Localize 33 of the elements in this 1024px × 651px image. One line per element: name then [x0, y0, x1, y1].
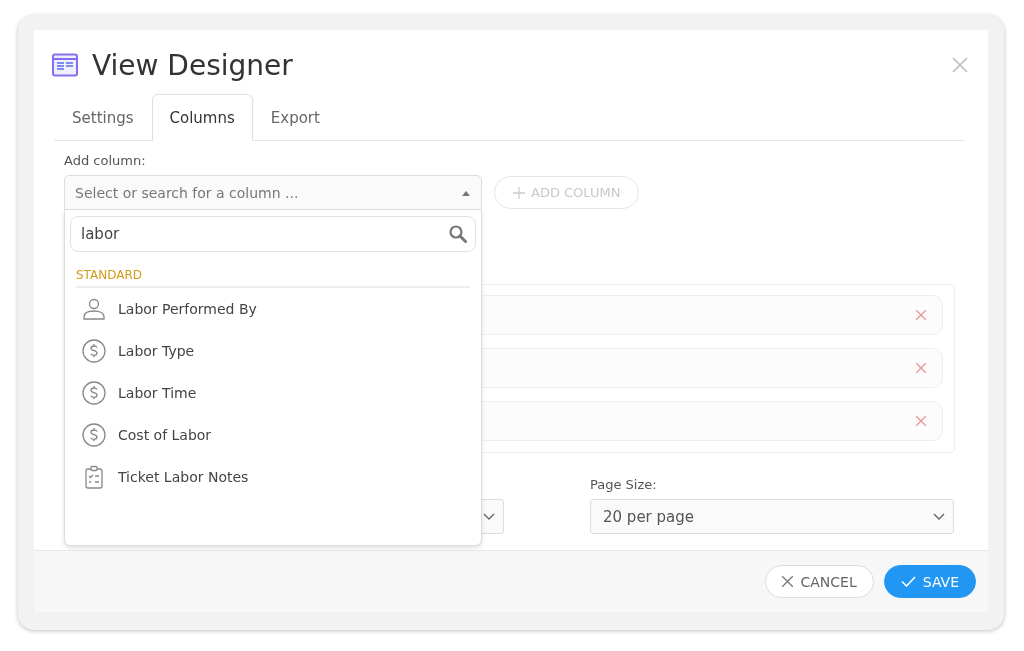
- close-icon: [782, 576, 794, 587]
- column-select[interactable]: Select or search for a column ...: [64, 175, 482, 210]
- clipboard-icon: [82, 465, 106, 489]
- menu-item[interactable]: Labor Type: [70, 330, 488, 372]
- person-icon: [82, 297, 106, 321]
- caret-icon: [461, 189, 471, 196]
- group-heading: STANDARD: [76, 268, 470, 288]
- dollar-icon: [82, 381, 106, 405]
- remove-icon[interactable]: [916, 363, 926, 373]
- remove-icon[interactable]: [916, 416, 926, 426]
- remove-icon[interactable]: [916, 310, 926, 320]
- window-title: View Designer: [92, 48, 294, 82]
- tab[interactable]: Export: [252, 94, 338, 141]
- menu-item[interactable]: Labor Time: [70, 372, 488, 414]
- menu-item[interactable]: Labor Performed By: [70, 288, 488, 330]
- tab[interactable]: Columns: [151, 94, 253, 141]
- field-label: Add column:: [64, 153, 147, 168]
- plus-icon: [513, 186, 525, 199]
- checkmark-icon: [900, 576, 916, 587]
- field-label: Page Size:: [590, 477, 658, 492]
- window-icon: [52, 53, 78, 77]
- search-icon: [449, 225, 467, 243]
- search-field[interactable]: labor: [70, 216, 476, 252]
- cancel-button[interactable]: CANCEL: [765, 565, 874, 598]
- dollar-icon: [82, 339, 106, 363]
- chevron-down-icon: [933, 512, 945, 521]
- page-size-select[interactable]: 20 per page: [590, 499, 954, 534]
- close-icon[interactable]: [952, 57, 968, 73]
- chevron-down-icon: [483, 512, 495, 521]
- menu-item[interactable]: Cost of Labor: [70, 414, 488, 456]
- menu-item[interactable]: Ticket Labor Notes: [70, 456, 488, 498]
- dollar-icon: [82, 423, 106, 447]
- tab[interactable]: Settings: [54, 94, 152, 141]
